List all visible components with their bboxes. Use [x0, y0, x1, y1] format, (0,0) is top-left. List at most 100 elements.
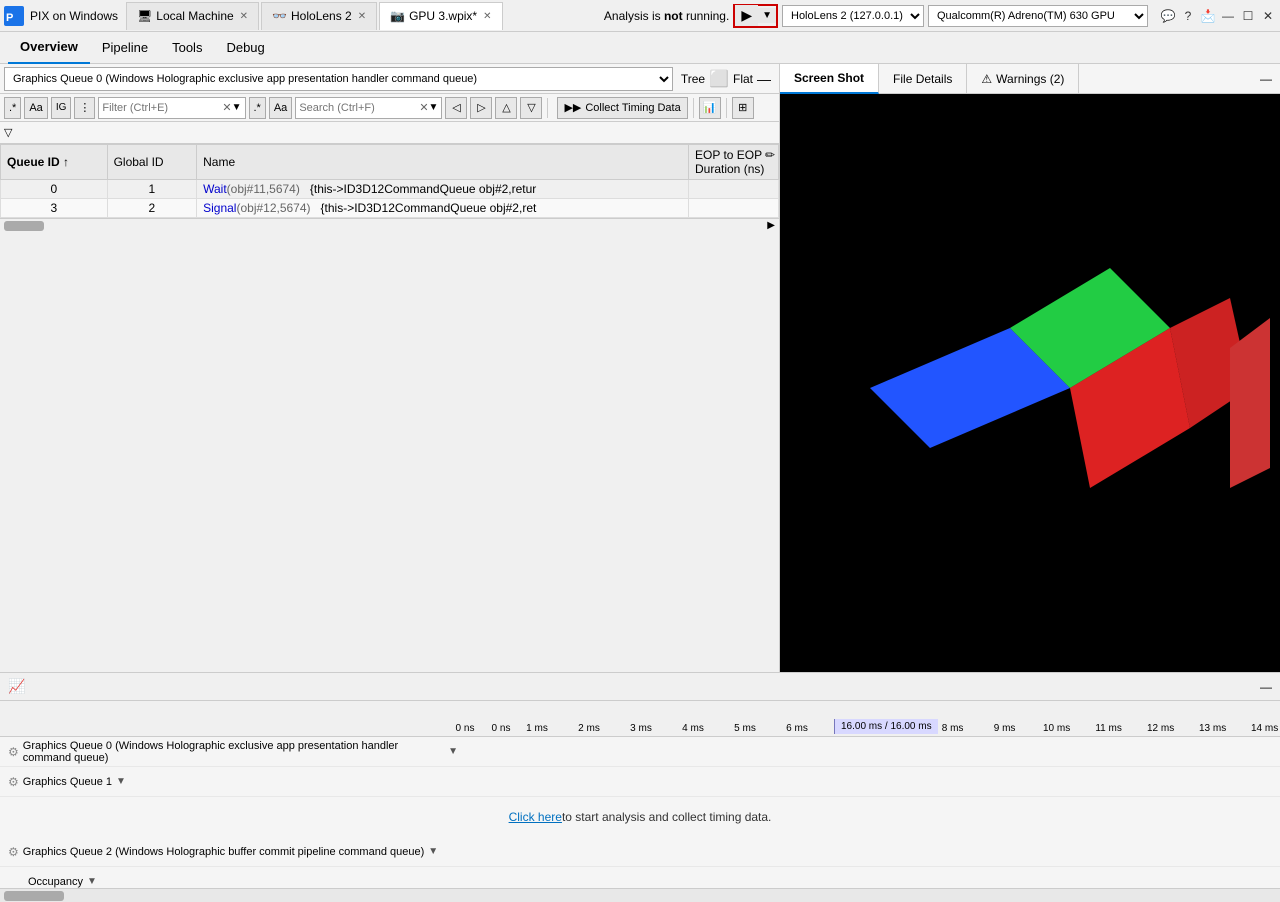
ruler-10ms: 10 ms — [1042, 723, 1072, 734]
tab-warnings[interactable]: ⚠ Warnings (2) — [967, 64, 1079, 94]
tab-gpu[interactable]: 📷 GPU 3.wpix* ✕ — [379, 2, 502, 30]
funnel-filter-btn[interactable]: ⋮ — [74, 97, 95, 119]
col-global-id[interactable]: Global ID — [107, 145, 197, 180]
filter-dropdown-icon[interactable]: ▼ — [232, 102, 242, 113]
tab-screenshot[interactable]: Screen Shot — [780, 64, 879, 94]
filter-clear-icon[interactable]: ✕ — [222, 101, 231, 114]
filter-input[interactable] — [102, 102, 222, 114]
tree-label: Tree — [681, 72, 705, 86]
cell-queue-id: 0 — [1, 180, 108, 199]
tree-flat-toggle: Tree ⬜ Flat — [681, 69, 753, 89]
click-here-link[interactable]: Click here — [509, 810, 562, 824]
chart-btn[interactable]: 📊 — [699, 97, 721, 119]
sub-filter-icon[interactable]: ▽ — [4, 126, 12, 139]
minimize-window-button[interactable]: — — [1220, 8, 1236, 24]
timeline-row-gq0[interactable]: ⚙ Graphics Queue 0 (Windows Holographic … — [0, 737, 1280, 767]
case-filter-btn[interactable]: Aa — [24, 97, 47, 119]
cell-queue-id: 3 — [1, 199, 108, 218]
close-window-button[interactable]: ✕ — [1260, 8, 1276, 24]
h-scrollbar-thumb[interactable] — [4, 891, 64, 901]
sub-toolbar: ▽ — [0, 122, 779, 144]
toggle-switch-icon[interactable]: ⬜ — [709, 69, 729, 89]
timeline-row-occupancy[interactable]: Occupancy ▼ — [0, 867, 1280, 888]
cell-name: Signal(obj#12,5674) {this->ID3D12Command… — [197, 199, 689, 218]
divider-2 — [693, 98, 694, 118]
h-scrollbar[interactable] — [0, 888, 1280, 902]
ig-filter-btn[interactable]: IG — [51, 97, 72, 119]
tab-hololens[interactable]: 👓 HoloLens 2 ✕ — [261, 2, 377, 30]
chevron-gq0[interactable]: ▼ — [448, 746, 458, 757]
tab-local[interactable]: 🖥 Local Machine ✕ — [126, 2, 259, 30]
maximize-window-button[interactable]: ☐ — [1240, 8, 1256, 24]
chevron-gq2[interactable]: ▼ — [428, 846, 438, 857]
nav-pipeline[interactable]: Pipeline — [90, 32, 160, 64]
queue-toolbar: Graphics Queue 0 (Windows Holographic ex… — [0, 64, 779, 94]
table-row[interactable]: 0 1 Wait(obj#11,5674) {this->ID3D12Comma… — [1, 180, 779, 199]
table-row[interactable]: 3 2 Signal(obj#12,5674) {this->ID3D12Com… — [1, 199, 779, 218]
comment-icon[interactable]: 💬 — [1160, 8, 1176, 24]
gpu-dropdown[interactable]: Qualcomm(R) Adreno(TM) 630 GPU — [928, 5, 1148, 27]
ruler-4ms: 4 ms — [678, 723, 708, 734]
app-title: PIX on Windows — [30, 9, 118, 23]
scroll-right-arrow[interactable]: ▶ — [767, 220, 775, 231]
nav-up-btn[interactable]: △ — [495, 97, 517, 119]
tab-file-details[interactable]: File Details — [879, 64, 967, 94]
click-here-rest: to start analysis and collect timing dat… — [562, 810, 771, 824]
timeline-row-occupancy-label: Occupancy ▼ — [8, 876, 458, 888]
table-btn[interactable]: ⊞ — [732, 97, 754, 119]
tab-local-close[interactable]: ✕ — [240, 11, 248, 22]
collect-timing-btn[interactable]: ▶▶ Collect Timing Data — [557, 97, 687, 119]
tab-hololens-close[interactable]: ✕ — [358, 11, 366, 22]
timeline-message: Click here to start analysis and collect… — [0, 797, 1280, 837]
run-button-group[interactable]: ▶ ▼ — [733, 4, 778, 28]
tab-hololens-icon: 👓 — [272, 9, 287, 23]
feedback-icon[interactable]: 📩 — [1200, 8, 1216, 24]
nav-down-btn[interactable]: ▽ — [520, 97, 542, 119]
cell-global-id: 2 — [107, 199, 197, 218]
nav-tools[interactable]: Tools — [160, 32, 214, 64]
ruler-0ns2: 0 ns — [486, 723, 516, 734]
left-panel-minimize[interactable]: — — [753, 71, 775, 87]
right-panel-minimize[interactable]: — — [1252, 72, 1280, 86]
ruler-13ms: 13 ms — [1198, 723, 1228, 734]
nav-prev-btn[interactable]: ◁ — [445, 97, 467, 119]
h-scroll-thumb[interactable] — [4, 221, 44, 231]
timeline-row-gq2[interactable]: ⚙ Graphics Queue 2 (Windows Holographic … — [0, 837, 1280, 867]
table-wrap: Queue ID ↑ Global ID Name EOP to EOPDura… — [0, 144, 779, 218]
nav-debug[interactable]: Debug — [214, 32, 276, 64]
edit-pencil-icon[interactable]: ✏ — [765, 148, 775, 162]
filter-toolbar: .* Aa IG ⋮ ✕ ▼ .* Aa ✕ ▼ ◁ ▷ △ ▽ ▶▶ Co — [0, 94, 779, 122]
nav-next-btn[interactable]: ▷ — [470, 97, 492, 119]
col-queue-id[interactable]: Queue ID ↑ — [1, 145, 108, 180]
col-name[interactable]: Name — [197, 145, 689, 180]
analysis-status-text: Analysis is not running. — [604, 9, 729, 23]
run-dropdown-button[interactable]: ▼ — [758, 8, 776, 23]
search-case-btn[interactable]: Aa — [269, 97, 292, 119]
cell-name: Wait(obj#11,5674) {this->ID3D12CommandQu… — [197, 180, 689, 199]
cell-eop — [689, 180, 779, 199]
search-clear-icon[interactable]: ✕ — [419, 101, 428, 114]
device-dropdown[interactable]: HoloLens 2 (127.0.0.1) — [782, 5, 924, 27]
timeline-minimize[interactable]: — — [1260, 680, 1272, 694]
tab-gpu-close[interactable]: ✕ — [483, 11, 491, 22]
chevron-gq1[interactable]: ▼ — [116, 776, 126, 787]
ruler-12ms: 12 ms — [1146, 723, 1176, 734]
chevron-occupancy[interactable]: ▼ — [87, 876, 97, 887]
search-input[interactable] — [299, 102, 419, 114]
ruler-2ms: 2 ms — [574, 723, 604, 734]
title-bar-controls: Analysis is not running. ▶ ▼ HoloLens 2 … — [604, 4, 1276, 28]
ruler-8ms: 8 ms — [938, 723, 968, 734]
nav-overview[interactable]: Overview — [8, 32, 90, 64]
collect-timing-icon: ▶▶ — [564, 101, 581, 114]
app-logo: P — [4, 6, 24, 26]
search-regex-btn[interactable]: .* — [249, 97, 266, 119]
timeline-row-gq1[interactable]: ⚙ Graphics Queue 1 ▼ — [0, 767, 1280, 797]
queue-dropdown[interactable]: Graphics Queue 0 (Windows Holographic ex… — [4, 67, 673, 91]
collect-timing-label: Collect Timing Data — [585, 102, 680, 114]
help-icon[interactable]: ? — [1180, 8, 1196, 24]
h-scroll-area[interactable]: ▶ — [0, 218, 779, 232]
run-play-button[interactable]: ▶ — [735, 5, 758, 26]
search-dropdown-icon[interactable]: ▼ — [429, 102, 439, 113]
warnings-icon: ⚠ — [981, 72, 992, 86]
regex-filter-btn[interactable]: .* — [4, 97, 21, 119]
